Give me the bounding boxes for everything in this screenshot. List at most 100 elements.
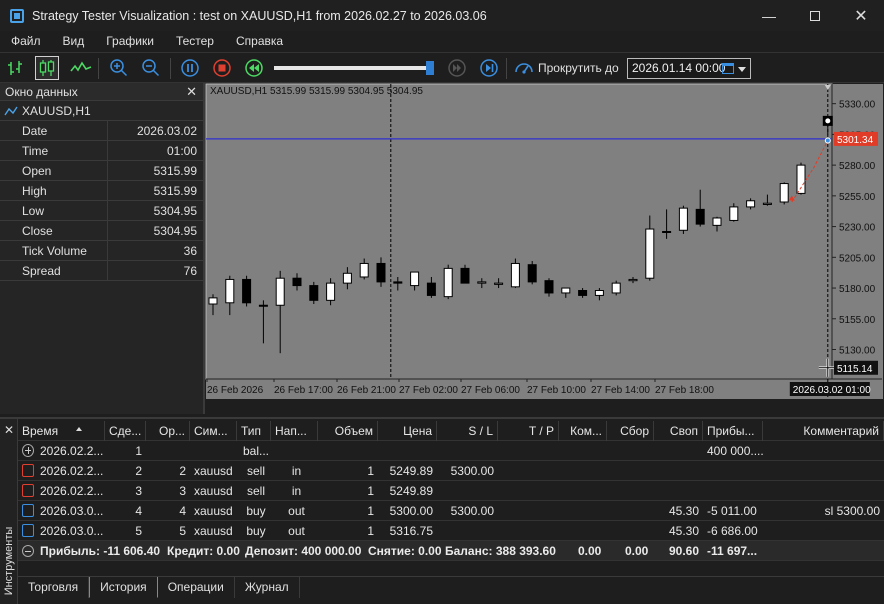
chart-area[interactable]: 5330.005305.005280.005255.005230.005205.… (205, 83, 884, 414)
table-cell (705, 461, 763, 481)
candle-body (510, 262, 520, 288)
summary-row: Прибыль: -11 606.40 Кредит: 0.00 Депозит: … (18, 541, 884, 561)
tab-2[interactable]: Операции (158, 577, 235, 598)
table-cell: 2026.02.2... (40, 444, 104, 458)
speed-slider-track[interactable] (274, 66, 432, 70)
close-button[interactable]: ✕ (838, 0, 884, 31)
table-cell: buy (246, 504, 266, 518)
data-window-key: Close (0, 221, 108, 240)
table-cell (561, 501, 607, 521)
summary-swap: 90.60 (669, 544, 700, 558)
table-row[interactable]: 2026.03.0... 4 4 xauusd buy out 1 5300.00 5300.0… (18, 501, 884, 521)
table-row[interactable]: 2026.02.2... 3 3 xauusd sell in 1 5249.89 (18, 481, 884, 501)
column-header[interactable]: Комментарий (763, 421, 884, 441)
column-header[interactable]: Сде... (105, 421, 146, 441)
candle-body (678, 207, 688, 231)
candlestick-chart-icon[interactable] (35, 56, 59, 80)
column-header[interactable]: Ор... (146, 421, 190, 441)
fast-forward-icon[interactable] (445, 56, 469, 80)
x-tick-label: 27 Feb 02:00 (399, 385, 458, 396)
rewind-icon[interactable] (242, 56, 266, 80)
pause-icon[interactable] (178, 56, 202, 80)
menu-item[interactable]: Справка (225, 31, 294, 52)
current-price-label: 5301.34 (837, 135, 874, 146)
column-header[interactable]: S / L (437, 421, 498, 441)
table-cell (656, 481, 703, 501)
candle-body (258, 304, 268, 307)
zoom-in-icon[interactable] (107, 56, 131, 80)
column-header[interactable]: Сбор (607, 421, 654, 441)
close-icon[interactable]: ✕ (186, 84, 197, 100)
table-cell (656, 441, 703, 461)
line-chart-icon[interactable] (69, 56, 93, 80)
candle-body (359, 262, 369, 278)
table-cell (561, 441, 607, 461)
menu-item[interactable]: Файл (0, 31, 52, 52)
data-window-value: 76 (183, 264, 197, 278)
data-window-value: 5304.95 (153, 204, 197, 218)
tab-0[interactable]: Торговля (18, 577, 90, 598)
tab-1[interactable]: История (89, 577, 158, 598)
column-header[interactable]: Цена (378, 421, 437, 441)
column-header[interactable]: Ком... (559, 421, 607, 441)
close-icon[interactable]: ✕ (4, 423, 14, 437)
table-cell: xauusd (194, 504, 233, 518)
table-cell (148, 441, 190, 461)
table-cell (765, 521, 884, 541)
summary-credit: Кредит: 0.00 (167, 544, 240, 558)
column-header[interactable]: Тип (237, 421, 271, 441)
table-cell: sl 5300.00 (824, 504, 880, 518)
data-window-key: Open (0, 161, 108, 180)
data-window-row: Low 5304.95 (0, 201, 203, 221)
minimize-button[interactable]: — (746, 0, 792, 31)
column-header[interactable]: Сим... (190, 421, 237, 441)
chart-header: XAUUSD,H1 5315.99 5315.99 5304.95 5304.9… (210, 86, 423, 97)
candle-body (762, 202, 772, 205)
candle-body (342, 272, 352, 284)
data-window-symbol-row: XAUUSD,H1 (0, 101, 203, 121)
column-header[interactable]: T / P (498, 421, 559, 441)
stop-icon[interactable] (210, 56, 234, 80)
table-cell: 5 (135, 524, 142, 538)
y-tick-label: 5330.00 (839, 100, 876, 111)
table-cell: 1 (367, 484, 374, 498)
table-cell: 5300.00 (450, 504, 494, 518)
collapse-icon[interactable] (22, 545, 34, 557)
zoom-out-icon[interactable] (139, 56, 163, 80)
column-header[interactable]: Прибы... (703, 421, 763, 441)
column-header[interactable]: Нап... (271, 421, 318, 441)
table-cell: 4 (179, 504, 186, 518)
data-window: Окно данных ✕ XAUUSD,H1 Date 2026.03.02 Ti… (0, 83, 203, 414)
candle-body (578, 290, 588, 296)
data-window-value: 01:00 (166, 144, 197, 158)
table-cell: bal... (242, 444, 269, 458)
menu-item[interactable]: Тестер (165, 31, 225, 52)
table-row[interactable]: 2026.02.2... 1 bal... 400 000.... (18, 441, 884, 461)
cursor-price-label: 5115.14 (837, 364, 873, 375)
x-tick-label: 27 Feb 10:00 (527, 385, 586, 396)
column-header[interactable]: Время (18, 421, 105, 441)
toolbar: Прокрутить до 2026.01.14 00:00 (0, 52, 884, 83)
price-chart[interactable]: 5330.005305.005280.005255.005230.005205.… (205, 83, 884, 414)
buy-icon (22, 504, 34, 517)
summary-balance: Баланс: 388 393.60 (445, 544, 556, 558)
candle-body (611, 282, 621, 294)
tab-3[interactable]: Журнал (235, 577, 300, 598)
menu-item[interactable]: Вид (52, 31, 96, 52)
balance-icon (22, 444, 34, 457)
table-cell (320, 441, 378, 461)
column-header[interactable]: Объем (318, 421, 378, 441)
maximize-button[interactable] (792, 0, 838, 31)
table-row[interactable]: 2026.03.0... 5 5 xauusd buy out 1 5316.75 45.30-… (18, 521, 884, 541)
menu-item[interactable]: Графики (95, 31, 165, 52)
x-tick-label: 26 Feb 17:00 (274, 385, 333, 396)
table-cell: sell (246, 484, 265, 498)
scroll-to-icon[interactable] (512, 56, 536, 80)
chevron-down-icon[interactable] (738, 67, 746, 72)
step-forward-icon[interactable] (477, 56, 501, 80)
column-header[interactable]: Своп (654, 421, 703, 441)
bar-chart-icon[interactable] (5, 56, 29, 80)
speed-slider-thumb[interactable] (426, 61, 434, 75)
calendar-icon[interactable] (722, 63, 734, 74)
table-row[interactable]: 2026.02.2... 2 2 xauusd sell in 1 5249.89 5300.0… (18, 461, 884, 481)
